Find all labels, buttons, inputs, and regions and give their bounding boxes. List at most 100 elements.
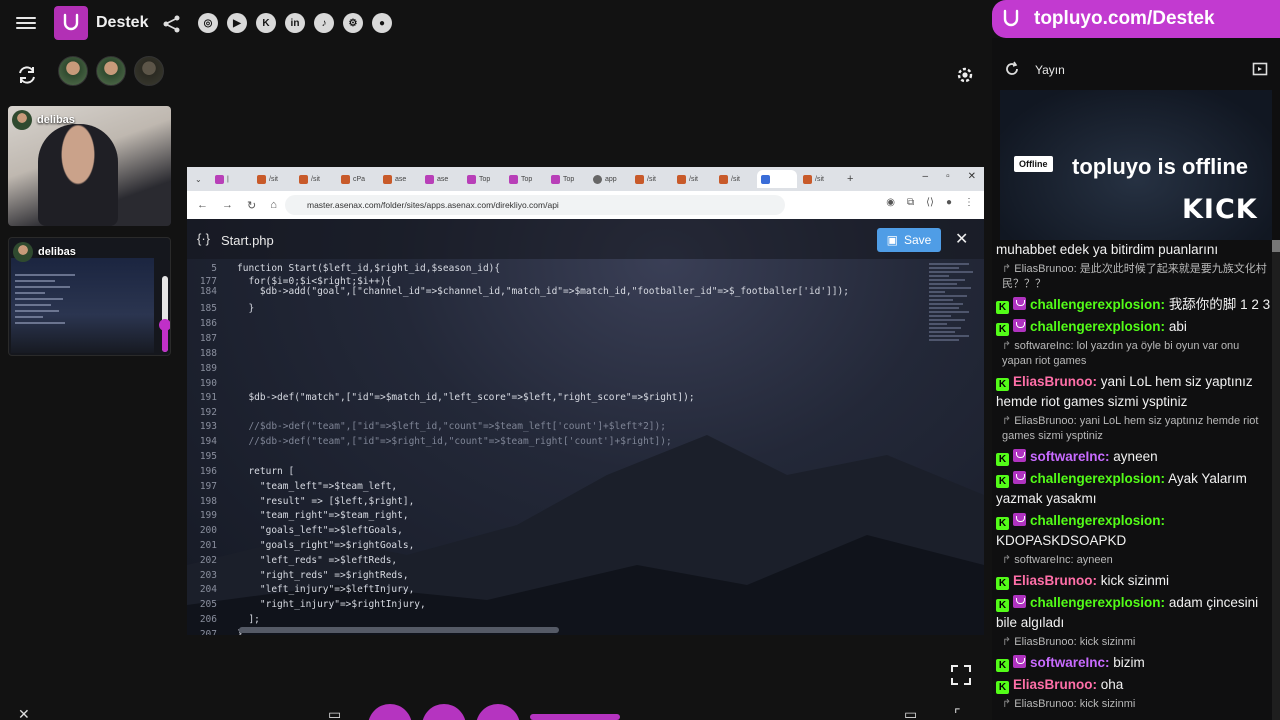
tab-list-icon[interactable]: ⌄ (195, 175, 209, 184)
browser-tab[interactable]: /sit (631, 170, 671, 188)
line-number: 186 (199, 318, 217, 329)
favicon-icon (383, 174, 392, 184)
sync-icon[interactable] (16, 64, 38, 86)
fullscreen-icon[interactable] (950, 664, 972, 686)
stream-panel: Yayın Offline topluyo is offline KICK mu… (992, 38, 1280, 720)
save-button[interactable]: ▣ Save (877, 228, 941, 252)
chat-username[interactable]: softwareInc: (1030, 449, 1110, 464)
close-icon[interactable]: ✕ (18, 706, 30, 720)
browser-tab[interactable]: /sit (715, 170, 755, 188)
volume-slider-handle[interactable] (159, 319, 170, 332)
home-icon[interactable]: ⌂ (270, 199, 277, 212)
camera-button[interactable] (368, 704, 412, 720)
screen-share-icon[interactable]: ▭ (328, 706, 341, 720)
reload-icon[interactable]: ↻ (247, 199, 256, 212)
smile-logo-icon (63, 13, 79, 31)
maximize-icon[interactable]: ▫ (946, 171, 950, 182)
close-icon[interactable]: ✕ (955, 229, 968, 249)
expand-icon[interactable]: ⌜ (954, 706, 961, 720)
brand-name[interactable]: Destek (96, 14, 148, 32)
browser-tab[interactable]: /sit (673, 170, 713, 188)
browser-tab[interactable]: Top (547, 170, 587, 188)
code-line: 190 (187, 378, 237, 392)
devtools-icon[interactable]: ⟨⟩ (926, 197, 934, 208)
mic-button[interactable] (422, 704, 466, 720)
browser-tab[interactable]: cPa (337, 170, 377, 188)
steam-icon[interactable]: ⚙ (343, 13, 363, 33)
forward-icon[interactable]: → (222, 199, 233, 212)
settings-button[interactable] (476, 704, 520, 720)
volume-slider[interactable] (159, 276, 170, 352)
chat-username[interactable]: challengerexplosion: (1030, 595, 1165, 610)
browser-tab[interactable] (757, 170, 797, 188)
chat-toggle-icon[interactable]: ▭ (904, 706, 917, 720)
browser-tab[interactable]: app (589, 170, 629, 188)
code-area[interactable]: 5 function Start($left_id,$right_id,$seas… (187, 259, 923, 635)
new-tab-button[interactable]: + (847, 173, 853, 185)
share-icon[interactable] (162, 14, 182, 34)
youtube-icon[interactable]: ▶ (227, 13, 247, 33)
camera-icon[interactable]: ◉ (886, 197, 895, 208)
kick-icon[interactable]: K (256, 13, 276, 33)
close-icon[interactable]: ✕ (968, 171, 976, 182)
back-icon[interactable]: ← (197, 199, 208, 212)
horizontal-scrollbar[interactable] (239, 627, 559, 633)
stream-player[interactable]: Offline topluyo is offline KICK (1000, 90, 1272, 240)
favicon-icon (635, 174, 644, 184)
chat-username[interactable]: softwareInc: (1030, 655, 1110, 670)
chat-scrollbar[interactable] (1272, 240, 1280, 720)
participant-tile[interactable]: delibas (8, 106, 171, 226)
chat-username[interactable]: EliasBrunoo: (1013, 573, 1097, 588)
tiktok-icon[interactable]: ♪ (314, 13, 334, 33)
chat-text: muhabbet edek ya bitirdim puanlarını (996, 242, 1219, 257)
chat-message: KsoftwareInc: bizim (996, 653, 1272, 673)
chat-username[interactable]: challengerexplosion: (1030, 319, 1165, 334)
popout-icon[interactable] (1252, 61, 1268, 77)
browser-tab[interactable]: ase (421, 170, 461, 188)
browser-tab[interactable]: Top (463, 170, 503, 188)
browser-tab[interactable]: /sit (295, 170, 335, 188)
github-icon[interactable]: ● (372, 13, 392, 33)
minimap[interactable] (929, 261, 977, 521)
browser-tab[interactable]: Top (505, 170, 545, 188)
chat-username[interactable]: challengerexplosion: (1030, 513, 1165, 528)
gear-icon[interactable] (954, 64, 976, 86)
avatar[interactable] (96, 56, 126, 86)
browser-tab[interactable]: /sit (253, 170, 293, 188)
menu-icon[interactable] (16, 14, 36, 32)
chat-message: Kchallengerexplosion: abi (996, 317, 1272, 337)
code-line: 192 (187, 407, 237, 421)
linkedin-icon[interactable]: in (285, 13, 305, 33)
browser-tab[interactable]: | (211, 170, 251, 188)
line-number: 190 (199, 378, 217, 389)
favicon-icon (215, 174, 224, 184)
browser-tab[interactable]: ase (379, 170, 419, 188)
participant-tile[interactable]: delibas (8, 237, 171, 356)
top-bar: Destek ◎ ▶ Kin ♪ ⚙ ● (0, 0, 992, 48)
scrollbar-thumb[interactable] (1272, 240, 1280, 252)
avatar[interactable] (58, 56, 88, 86)
refresh-icon[interactable] (1004, 61, 1020, 77)
more-icon[interactable]: ⋮ (964, 197, 974, 208)
chat-message: Kchallengerexplosion: KDOPASKDSOAPKD (996, 511, 1272, 551)
app-root: Destek ◎ ▶ Kin ♪ ⚙ ● delibas delibas ⌄ |… (0, 0, 1280, 720)
minimize-icon[interactable]: – (923, 171, 929, 182)
offline-title: topluyo is offline (1072, 154, 1248, 179)
chat-username[interactable]: EliasBrunoo: (1013, 374, 1097, 389)
chat-username[interactable]: EliasBrunoo: (1013, 677, 1097, 692)
instagram-icon[interactable]: ◎ (198, 13, 218, 33)
tab-label: /sit (311, 175, 320, 183)
chat-username[interactable]: challengerexplosion: (1030, 297, 1165, 312)
extension-icon[interactable]: ⧉ (907, 197, 914, 208)
address-bar[interactable]: master.asenax.com/folder/sites/apps.asen… (285, 195, 785, 215)
browser-tab[interactable]: /sit (799, 170, 839, 188)
tab-label: Top (563, 175, 575, 183)
avatar[interactable] (134, 56, 164, 86)
kick-badge-icon: K (996, 475, 1009, 488)
code-text: return [ (237, 466, 295, 477)
chat-username[interactable]: challengerexplosion: (1030, 471, 1165, 486)
brand-logo[interactable] (54, 6, 88, 40)
promo-banner[interactable]: topluyo.com/Destek (992, 0, 1280, 38)
code-line: 191 $db->def("match",["id"=>$match_id,"l… (187, 392, 695, 406)
profile-icon[interactable]: ● (946, 197, 952, 208)
